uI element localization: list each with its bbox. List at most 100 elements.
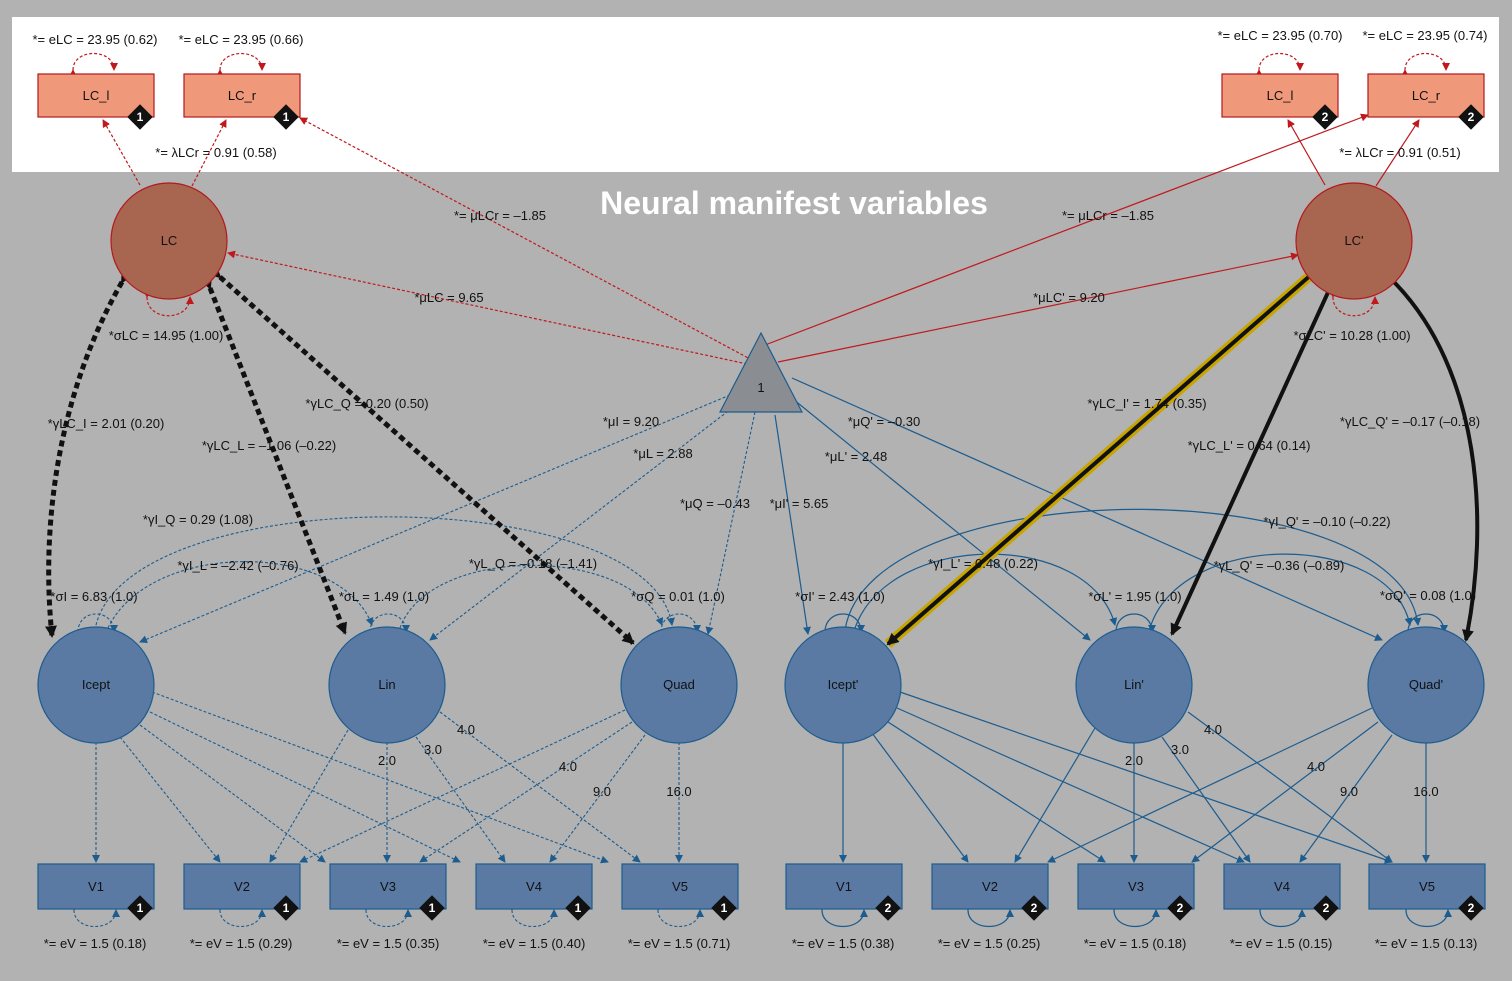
label-ev2p: *= eV = 1.5 (0.25) xyxy=(938,936,1041,951)
label-l30: 3.0 xyxy=(424,742,442,757)
label-ev3: *= eV = 1.5 (0.35) xyxy=(337,936,440,951)
svg-text:1: 1 xyxy=(429,901,436,915)
label-l40: 4.0 xyxy=(457,722,475,737)
label-q40p: 4.0 xyxy=(1307,759,1325,774)
icept-latent: Icept xyxy=(37,626,155,744)
label-l20: 2.0 xyxy=(378,753,396,768)
label-sigl: *σL = 1.49 (1.0) xyxy=(339,589,429,604)
svg-text:2: 2 xyxy=(1468,110,1475,124)
diagram-title: Neural manifest variables xyxy=(600,185,988,221)
label-l20p: 2.0 xyxy=(1125,753,1143,768)
lc-latent-label: LC xyxy=(161,233,178,248)
lc-latent: LC xyxy=(110,182,228,300)
lcp-latent: LC' xyxy=(1295,182,1413,300)
icept-label: Icept xyxy=(82,677,111,692)
linp-latent: Lin' xyxy=(1075,626,1193,744)
label-giqp: *γI_Q' = –0.10 (–0.22) xyxy=(1263,514,1390,529)
label-elc1a: *= eLC = 23.95 (0.62) xyxy=(32,32,157,47)
lc-box-r-1-label: LC_r xyxy=(228,88,257,103)
label-ev2: *= eV = 1.5 (0.29) xyxy=(190,936,293,951)
svg-text:1: 1 xyxy=(721,901,728,915)
quad-latent: Quad xyxy=(620,626,738,744)
svg-text:2: 2 xyxy=(1031,901,1038,915)
svg-text:2: 2 xyxy=(1323,901,1330,915)
iceptp-latent: Icept' xyxy=(784,626,902,744)
label-sigi: *σI = 6.83 (1.0) xyxy=(50,589,137,604)
label-gilp: *γI_L' = 0.48 (0.22) xyxy=(928,556,1038,571)
label-elc1b: *= eLC = 23.95 (0.66) xyxy=(178,32,303,47)
label-muip: *μI' = 5.65 xyxy=(770,496,829,511)
label-ev1p: *= eV = 1.5 (0.38) xyxy=(792,936,895,951)
svg-text:1: 1 xyxy=(575,901,582,915)
label-mulp: *μL' = 2.48 xyxy=(825,449,887,464)
lin-label: Lin xyxy=(378,677,395,692)
svg-text:2: 2 xyxy=(1322,110,1329,124)
label-glcqp: *γLC_Q' = –0.17 (–0.18) xyxy=(1340,414,1480,429)
label-q160p: 16.0 xyxy=(1413,784,1438,799)
label-sigqp: *σQ' = 0.08 (1.0) xyxy=(1380,588,1476,603)
label-glci: *γLC_I = 2.01 (0.20) xyxy=(48,416,165,431)
label-q90: 9.0 xyxy=(593,784,611,799)
lin-latent: Lin xyxy=(328,626,446,744)
label-mui: *μI = 9.20 xyxy=(603,414,659,429)
manifest-v4p-label: V4 xyxy=(1274,879,1290,894)
lc-growth-paths xyxy=(45,262,1480,648)
label-ev3p: *= eV = 1.5 (0.18) xyxy=(1084,936,1187,951)
label-sigq: *σQ = 0.01 (1.0) xyxy=(631,589,725,604)
label-mulcr2: *= μLCr = –1.85 xyxy=(1062,208,1154,223)
label-glq: *γL_Q = –0.18 (–1.41) xyxy=(469,556,597,571)
sem-path-diagram: LC_l LC_r LC_l LC_r LC LC' 1 Icept Lin Q… xyxy=(0,0,1512,981)
diagram-canvas: LC_l LC_r LC_l LC_r LC LC' 1 Icept Lin Q… xyxy=(12,17,1499,951)
manifest-v5-label: V5 xyxy=(672,879,688,894)
label-glcq: *γLC_Q = 0.20 (0.50) xyxy=(305,396,428,411)
label-gil: *γI_L = –2.42 (–0.76) xyxy=(177,558,298,573)
label-ev4: *= eV = 1.5 (0.40) xyxy=(483,936,586,951)
label-q40: 4.0 xyxy=(559,759,577,774)
svg-text:1: 1 xyxy=(283,110,290,124)
label-l40p: 4.0 xyxy=(1204,722,1222,737)
label-muq: *μQ = –0.43 xyxy=(680,496,750,511)
svg-text:1: 1 xyxy=(137,110,144,124)
constant-label: 1 xyxy=(757,380,764,395)
quadp-latent: Quad' xyxy=(1367,626,1485,744)
quad-label: Quad xyxy=(663,677,695,692)
svg-text:2: 2 xyxy=(1177,901,1184,915)
group-badges: 1 1 2 2 1 1 1 1 1 2 2 2 2 2 xyxy=(127,104,1484,921)
manifest-v3-label: V3 xyxy=(380,879,396,894)
label-siglp: *σL' = 1.95 (1.0) xyxy=(1088,589,1181,604)
label-mulcp: *μLC' = 9.20 xyxy=(1033,290,1105,305)
manifest-v4-label: V4 xyxy=(526,879,542,894)
label-mulc: *μLC = 9.65 xyxy=(414,290,483,305)
svg-text:1: 1 xyxy=(137,901,144,915)
manifest-v5p-label: V5 xyxy=(1419,879,1435,894)
svg-text:1: 1 xyxy=(283,901,290,915)
label-ev5p: *= eV = 1.5 (0.13) xyxy=(1375,936,1478,951)
lc-box-l-2-label: LC_l xyxy=(1267,88,1294,103)
constant-triangle: 1 xyxy=(719,331,803,413)
iceptp-label: Icept' xyxy=(828,677,859,692)
label-ev5: *= eV = 1.5 (0.71) xyxy=(628,936,731,951)
label-ev4p: *= eV = 1.5 (0.15) xyxy=(1230,936,1333,951)
label-mulcr1: *= μLCr = –1.85 xyxy=(454,208,546,223)
label-lam2: *= λLCr = 0.91 (0.51) xyxy=(1339,145,1460,160)
label-elc2b: *= eLC = 23.95 (0.74) xyxy=(1362,28,1487,43)
quadp-label: Quad' xyxy=(1409,677,1443,692)
label-glcip: *γLC_I' = 1.74 (0.35) xyxy=(1087,396,1206,411)
manifest-v3p-label: V3 xyxy=(1128,879,1144,894)
lcp-latent-label: LC' xyxy=(1344,233,1363,248)
label-ev1: *= eV = 1.5 (0.18) xyxy=(44,936,147,951)
label-glqp: *γL_Q' = –0.36 (–0.89) xyxy=(1214,558,1345,573)
label-glclp: *γLC_L' = 0.64 (0.14) xyxy=(1188,438,1311,453)
linp-label: Lin' xyxy=(1124,677,1144,692)
svg-text:2: 2 xyxy=(885,901,892,915)
label-muqp: *μQ' = –0.30 xyxy=(848,414,921,429)
label-q160: 16.0 xyxy=(666,784,691,799)
label-sigip: *σI' = 2.43 (1.0) xyxy=(795,589,885,604)
label-mul: *μL = 2.88 xyxy=(633,446,692,461)
lc-box-l-1-label: LC_l xyxy=(83,88,110,103)
label-siglcp: *σLC' = 10.28 (1.00) xyxy=(1293,328,1410,343)
manifest-v1p-label: V1 xyxy=(836,879,852,894)
label-siglc: *σLC = 14.95 (1.00) xyxy=(109,328,224,343)
manifest-v2p-label: V2 xyxy=(982,879,998,894)
manifest-v2-label: V2 xyxy=(234,879,250,894)
